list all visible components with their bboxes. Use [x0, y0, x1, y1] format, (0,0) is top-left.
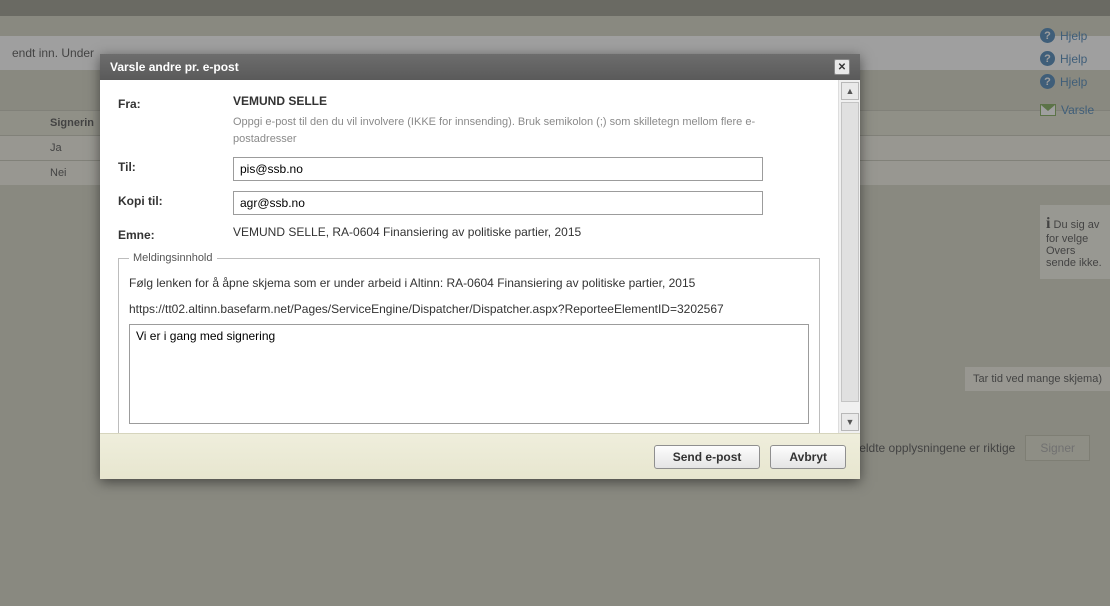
from-row: Fra: VEMUND SELLE Oppgi e-post til den d… [118, 94, 820, 147]
to-label: Til: [118, 157, 233, 174]
subject-row: Emne: VEMUND SELLE, RA-0604 Finansiering… [118, 225, 820, 242]
email-modal: Varsle andre pr. e-post ✕ Fra: VEMUND SE… [100, 54, 860, 479]
scroll-thumb[interactable] [841, 102, 859, 402]
modal-scrollbar[interactable]: ▲ ▼ [838, 80, 860, 433]
from-label: Fra: [118, 94, 233, 111]
from-hint: Oppgi e-post til den du vil involvere (I… [233, 114, 763, 147]
scroll-down-icon[interactable]: ▼ [841, 413, 859, 431]
modal-scroll-area: Fra: VEMUND SELLE Oppgi e-post til den d… [100, 80, 838, 433]
modal-footer: Send e-post Avbryt [100, 433, 860, 479]
message-fieldset: Meldingsinnhold Følg lenken for å åpne s… [118, 252, 820, 433]
scroll-up-icon[interactable]: ▲ [841, 82, 859, 100]
message-intro: Følg lenken for å åpne skjema som er und… [129, 274, 809, 292]
message-url: https://tt02.altinn.basefarm.net/Pages/S… [129, 302, 809, 316]
from-value: VEMUND SELLE [233, 94, 820, 108]
copy-row: Kopi til: [118, 191, 820, 215]
cancel-button[interactable]: Avbryt [770, 445, 846, 469]
modal-body: Fra: VEMUND SELLE Oppgi e-post til den d… [100, 80, 860, 433]
to-input[interactable] [233, 157, 763, 181]
send-button[interactable]: Send e-post [654, 445, 761, 469]
message-textarea[interactable] [129, 324, 809, 424]
modal-title-text: Varsle andre pr. e-post [110, 60, 239, 74]
subject-value: VEMUND SELLE, RA-0604 Finansiering av po… [233, 225, 820, 239]
message-legend: Meldingsinnhold [129, 252, 217, 264]
from-value-block: VEMUND SELLE Oppgi e-post til den du vil… [233, 94, 820, 147]
copy-label: Kopi til: [118, 191, 233, 208]
copy-input[interactable] [233, 191, 763, 215]
close-icon[interactable]: ✕ [834, 59, 850, 75]
modal-titlebar: Varsle andre pr. e-post ✕ [100, 54, 860, 80]
subject-label: Emne: [118, 225, 233, 242]
to-row: Til: [118, 157, 820, 181]
